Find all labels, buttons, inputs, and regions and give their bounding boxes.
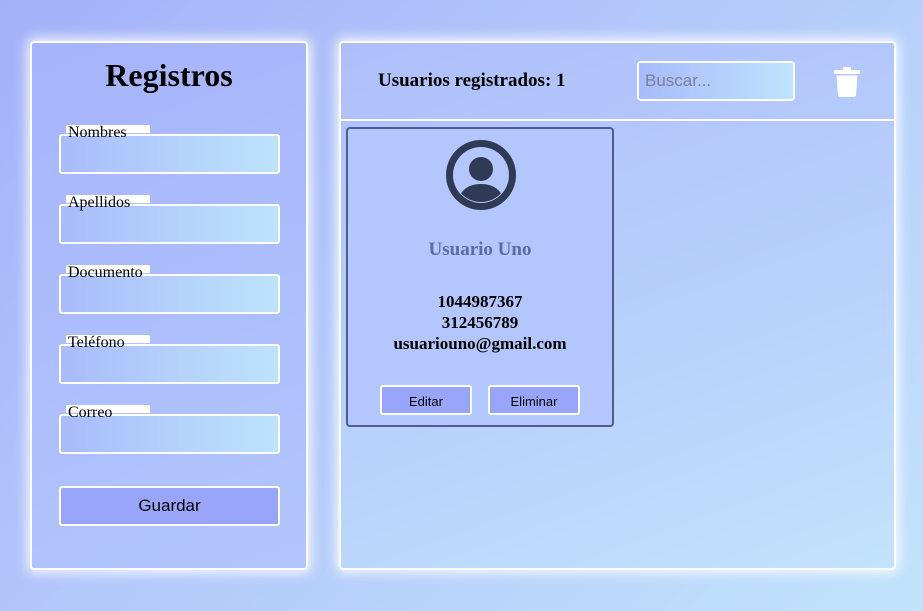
user-circle-icon [446, 140, 516, 210]
users-list-panel: Usuarios registrados: 1 Usuario Uno 1044… [339, 41, 896, 570]
list-header: Usuarios registrados: 1 [341, 43, 894, 121]
registration-form-panel: Registros Nombres Apellidos Documento Te… [30, 41, 308, 570]
telefono-label: Teléfono [66, 334, 150, 353]
form-title: Registros [105, 57, 233, 93]
user-name: Usuario Uno [428, 239, 532, 260]
nombres-field: Nombres [59, 124, 280, 174]
edit-button[interactable]: Editar [380, 385, 472, 415]
correo-field: Correo [59, 404, 280, 454]
documento-label: Documento [66, 264, 150, 283]
user-card: Usuario Uno 1044987367 312456789 usuario… [346, 127, 614, 427]
correo-label: Correo [66, 404, 150, 423]
trash-icon[interactable] [834, 67, 860, 97]
save-button[interactable]: Guardar [59, 486, 280, 526]
apellidos-field: Apellidos [59, 194, 280, 244]
user-email: usuariouno@gmail.com [393, 334, 567, 353]
search-input[interactable] [637, 61, 795, 101]
users-count-label: Usuarios registrados: 1 [378, 70, 566, 91]
telefono-field: Teléfono [59, 334, 280, 384]
documento-field: Documento [59, 264, 280, 314]
delete-button[interactable]: Eliminar [488, 385, 580, 415]
apellidos-label: Apellidos [66, 194, 150, 213]
user-document: 1044987367 [437, 292, 523, 311]
nombres-label: Nombres [66, 124, 150, 143]
user-phone: 312456789 [441, 313, 519, 332]
